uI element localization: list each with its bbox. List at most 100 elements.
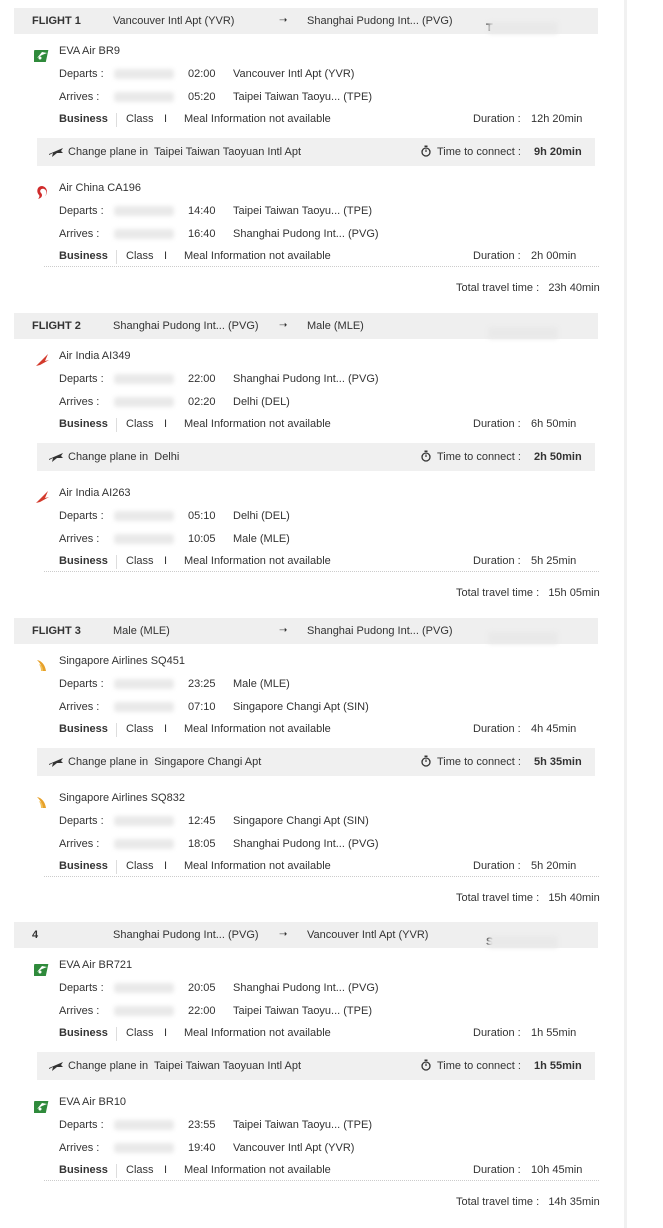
departure-row: Departs : 02:00 Vancouver Intl Apt (YVR) bbox=[59, 68, 599, 82]
connection-time: 9h 20min bbox=[534, 146, 582, 158]
flight-destination: Male (MLE) bbox=[307, 320, 364, 332]
departure-time: 14:40 bbox=[188, 205, 216, 217]
duration-label: Duration : bbox=[473, 1164, 521, 1176]
arrival-time: 16:40 bbox=[188, 228, 216, 240]
flight-number: FLIGHT 3 bbox=[32, 625, 81, 637]
total-travel-time: Total travel time : 14h 35min bbox=[456, 1196, 600, 1208]
segment-info-row: Business Class I Meal Information not avail… bbox=[59, 113, 599, 127]
arrival-time: 02:20 bbox=[188, 396, 216, 408]
departure-airport: Taipei Taiwan Taoyu... (TPE) bbox=[233, 1119, 372, 1131]
meal-info: Meal Information not available bbox=[184, 1164, 331, 1176]
connection-time: 2h 50min bbox=[534, 451, 582, 463]
total-travel-time: Total travel time : 15h 40min bbox=[456, 892, 600, 904]
redacted-arrival-date bbox=[114, 397, 174, 407]
total-travel-time: Total travel time : 23h 40min bbox=[456, 282, 600, 294]
connection-text: Change plane in Taipei Taiwan Taoyuan In… bbox=[68, 146, 301, 158]
airline-flight-number: EVA Air BR10 bbox=[59, 1096, 127, 1108]
divider bbox=[44, 266, 599, 267]
redacted-arrival-date bbox=[114, 92, 174, 102]
total-travel-time-value: 14h 35min bbox=[548, 1196, 600, 1208]
eva-air-logo-icon bbox=[31, 961, 50, 977]
stopwatch-icon bbox=[421, 1059, 431, 1071]
departure-time: 22:00 bbox=[188, 373, 216, 385]
flight-origin: Vancouver Intl Apt (YVR) bbox=[113, 15, 235, 27]
class-label: Class bbox=[126, 860, 154, 872]
connection-time: 1h 55min bbox=[534, 1060, 582, 1072]
departure-row: Departs : 23:25 Male (MLE) bbox=[59, 678, 599, 692]
class-code: I bbox=[164, 1164, 168, 1176]
cabin-label: Business bbox=[59, 723, 108, 735]
departs-label: Departs : bbox=[59, 205, 104, 217]
meal-info: Meal Information not available bbox=[184, 418, 331, 430]
departure-airport: Vancouver Intl Apt (YVR) bbox=[233, 68, 355, 80]
divider bbox=[116, 1164, 117, 1178]
divider bbox=[116, 555, 117, 569]
redacted-arrival-date bbox=[114, 1143, 174, 1153]
arrival-time: 10:05 bbox=[188, 533, 216, 545]
class-label: Class bbox=[126, 1027, 154, 1039]
segment-info-row: Business Class I Meal Information not avail… bbox=[59, 723, 599, 737]
change-plane-label: Change plane in bbox=[68, 146, 149, 158]
plane-icon bbox=[48, 1059, 64, 1073]
route-arrow-icon: ➝ bbox=[279, 320, 288, 331]
cabin-label: Business bbox=[59, 1027, 108, 1039]
meal-info: Meal Information not available bbox=[184, 723, 331, 735]
connection-airport: Taipei Taiwan Taoyuan Intl Apt bbox=[154, 146, 302, 158]
plane-icon bbox=[48, 145, 64, 159]
arrival-row: Arrives : 22:00 Taipei Taiwan Taoyu... (TP… bbox=[59, 1005, 599, 1019]
departure-airport: Shanghai Pudong Int... (PVG) bbox=[233, 373, 379, 385]
redacted-date bbox=[488, 632, 558, 644]
departs-label: Departs : bbox=[59, 373, 104, 385]
arrival-time: 19:40 bbox=[188, 1142, 216, 1154]
arrival-row: Arrives : 16:40 Shanghai Pudong Int... (PV… bbox=[59, 228, 599, 242]
flight-destination: Shanghai Pudong Int... (PVG) bbox=[307, 625, 453, 637]
arrives-label: Arrives : bbox=[59, 701, 100, 713]
departure-time: 20:05 bbox=[188, 982, 216, 994]
departure-time: 02:00 bbox=[188, 68, 216, 80]
arrival-airport: Taipei Taiwan Taoyu... (TPE) bbox=[233, 91, 372, 103]
plane-icon bbox=[48, 450, 64, 464]
arrives-label: Arrives : bbox=[59, 1005, 100, 1017]
connection-airport: Delhi bbox=[154, 451, 180, 463]
departs-label: Departs : bbox=[59, 510, 104, 522]
airline-flight-number: EVA Air BR9 bbox=[59, 45, 120, 57]
class-code: I bbox=[164, 1027, 168, 1039]
redacted-departure-date bbox=[114, 679, 174, 689]
flight-number: FLIGHT 1 bbox=[32, 15, 81, 27]
cabin-label: Business bbox=[59, 860, 108, 872]
change-plane-label: Change plane in bbox=[68, 1060, 149, 1072]
connection-airport: Singapore Changi Apt bbox=[154, 756, 262, 768]
departure-airport: Taipei Taiwan Taoyu... (TPE) bbox=[233, 205, 372, 217]
flight-origin: Male (MLE) bbox=[113, 625, 170, 637]
redacted-departure-date bbox=[114, 983, 174, 993]
flight-destination: Vancouver Intl Apt (YVR) bbox=[307, 929, 429, 941]
total-travel-time-value: 15h 40min bbox=[548, 892, 600, 904]
meal-info: Meal Information not available bbox=[184, 860, 331, 872]
departure-time: 23:25 bbox=[188, 678, 216, 690]
route-arrow-icon: ➝ bbox=[279, 929, 288, 940]
divider bbox=[44, 1180, 599, 1181]
airline-flight-number: Air India AI263 bbox=[59, 487, 131, 499]
redacted-departure-date bbox=[114, 206, 174, 216]
arrives-label: Arrives : bbox=[59, 1142, 100, 1154]
divider bbox=[116, 723, 117, 737]
time-to-connect-label: Time to connect : bbox=[437, 756, 521, 768]
redacted-departure-date bbox=[114, 69, 174, 79]
meal-info: Meal Information not available bbox=[184, 555, 331, 567]
arrival-row: Arrives : 05:20 Taipei Taiwan Taoyu... (TP… bbox=[59, 91, 599, 105]
flight-header: FLIGHT 3 Male (MLE) ➝ Shanghai Pudong Int..… bbox=[14, 618, 598, 644]
class-code: I bbox=[164, 418, 168, 430]
total-travel-time: Total travel time : 15h 05min bbox=[456, 587, 600, 599]
arrival-airport: Shanghai Pudong Int... (PVG) bbox=[233, 838, 379, 850]
class-label: Class bbox=[126, 250, 154, 262]
stopwatch-icon bbox=[421, 755, 431, 767]
airline-flight-number: Air China CA196 bbox=[59, 182, 141, 194]
departure-row: Departs : 12:45 Singapore Changi Apt (SIN) bbox=[59, 815, 599, 829]
arrives-label: Arrives : bbox=[59, 91, 100, 103]
cabin-label: Business bbox=[59, 418, 108, 430]
airline-flight-number: Singapore Airlines SQ451 bbox=[59, 655, 185, 667]
cabin-label: Business bbox=[59, 555, 108, 567]
class-label: Class bbox=[126, 555, 154, 567]
change-plane-label: Change plane in bbox=[68, 451, 149, 463]
duration-label: Duration : bbox=[473, 113, 521, 125]
